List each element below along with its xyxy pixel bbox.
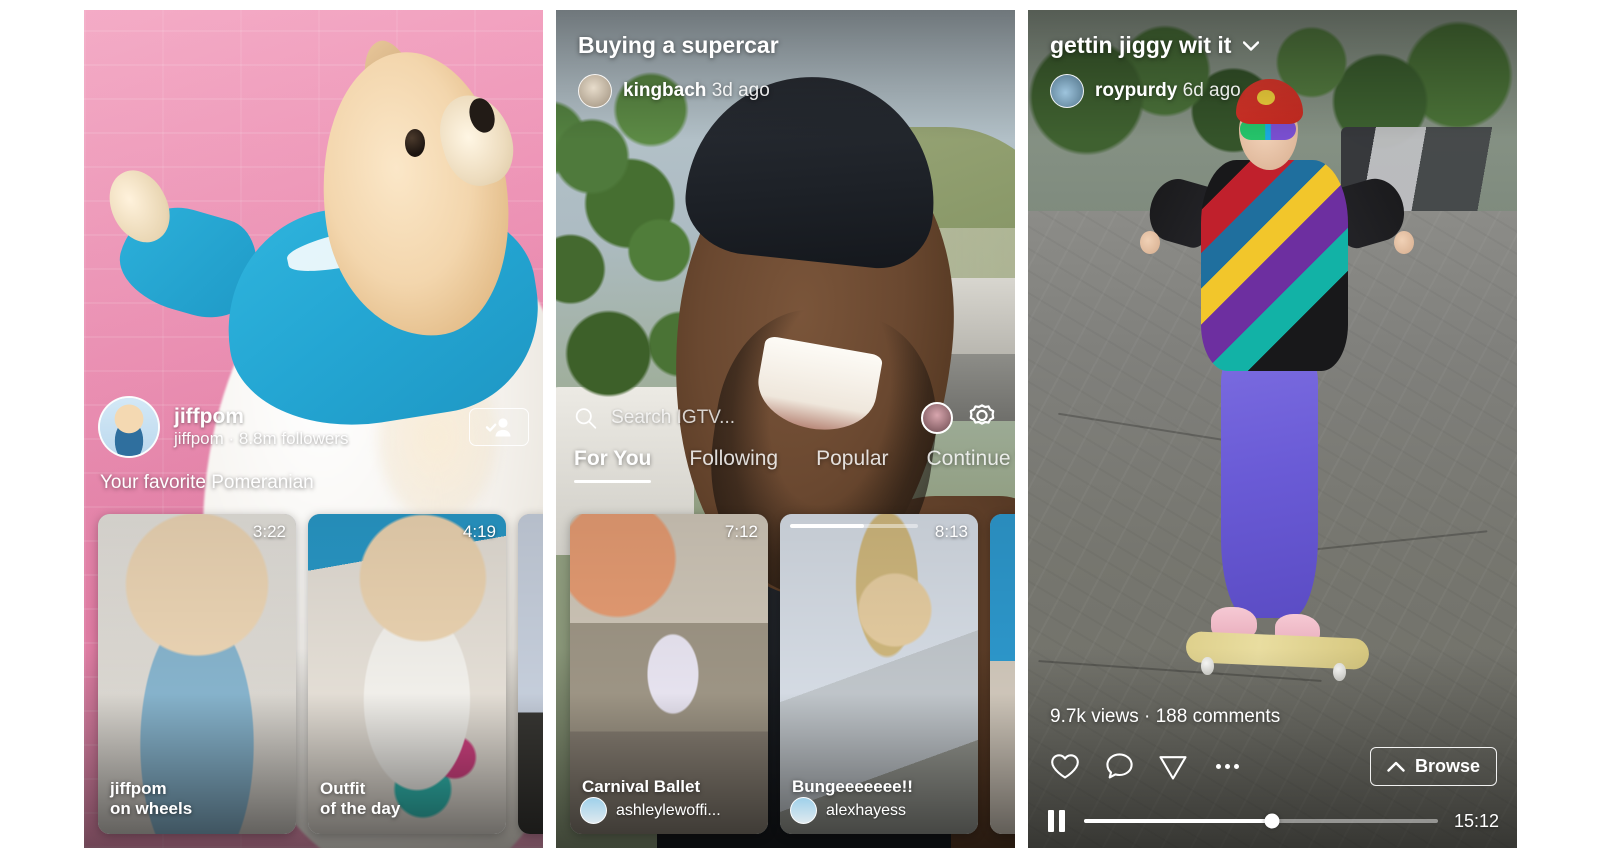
video-duration: 7:12 — [724, 522, 758, 541]
video-timestamp: 3d ago — [711, 80, 770, 101]
igtv-camera-icon[interactable] — [967, 403, 997, 433]
playback-controls[interactable]: 15:12 — [1048, 810, 1499, 832]
video-title-line-2: on wheels — [110, 799, 193, 819]
video-title: Carnival Ballet — [582, 777, 701, 797]
video-card[interactable]: 8:13 Bungeeeeeee!! alexhayess — [780, 514, 978, 834]
more-options-button[interactable] — [1210, 750, 1244, 784]
purple-pants-shape — [1221, 350, 1318, 618]
video-card-partial[interactable] — [518, 514, 543, 834]
search-field-wrap[interactable] — [574, 405, 907, 431]
profile-follower-count: jiffpom · 8.8m followers — [174, 429, 349, 449]
comment-bubble-icon — [1105, 753, 1133, 779]
browse-button[interactable]: Browse — [1369, 747, 1497, 786]
author-avatar[interactable] — [1050, 74, 1084, 108]
video-author-row[interactable]: alexhayess — [790, 797, 970, 824]
video-author-name: alexhayess — [826, 801, 907, 819]
avatar-image — [100, 398, 158, 456]
comment-button[interactable] — [1102, 750, 1136, 784]
author-avatar[interactable] — [578, 74, 612, 108]
hero-video-title: Buying a supercar — [578, 32, 779, 58]
video-duration-label: 15:12 — [1453, 810, 1499, 831]
like-button[interactable] — [1048, 750, 1082, 784]
author-avatar — [580, 797, 607, 824]
scrubber-track[interactable] — [1084, 813, 1438, 829]
search-icon — [575, 408, 597, 429]
watch-progress-bar — [790, 524, 918, 528]
left-hand-shape — [1139, 230, 1161, 255]
video-title: jiffpom on wheels — [110, 779, 286, 820]
video-author-row[interactable]: ashleylewoffi... — [580, 797, 760, 824]
author-meta: roypurdy 6d ago — [1095, 80, 1241, 102]
discover-video-carousel[interactable]: 7:12 Carnival Ballet ashleylewoffi... 8:… — [570, 514, 1015, 834]
skateboard-wheel — [1333, 662, 1346, 682]
paper-plane-icon — [1159, 755, 1187, 780]
screenshot-stage: jiffpom jiffpom · 8.8m followers Your fa… — [0, 0, 1600, 859]
video-duration: 4:19 — [462, 522, 496, 541]
player-byline: roypurdy 6d ago — [1050, 74, 1241, 108]
follow-button[interactable] — [469, 408, 529, 446]
profile-avatar-button[interactable] — [921, 402, 953, 434]
player-title-row[interactable]: gettin jiggy wit it — [1050, 32, 1260, 59]
igtv-player-panel: gettin jiggy wit it roypurdy 6d ago 9.7k… — [1028, 10, 1517, 848]
scrubber-knob[interactable] — [1264, 813, 1280, 829]
player-action-bar[interactable]: Browse — [1048, 747, 1497, 786]
profile-bio-caption: Your favorite Pomeranian — [100, 472, 314, 493]
player-video-title: gettin jiggy wit it — [1050, 32, 1232, 58]
pause-icon-bar — [1059, 810, 1065, 832]
watch-progress-fill — [790, 524, 865, 528]
tab-popular[interactable]: Popular — [816, 447, 888, 483]
search-bar[interactable] — [574, 398, 997, 438]
tab-following[interactable]: Following — [689, 447, 778, 483]
heart-icon — [1051, 754, 1079, 779]
igtv-discover-panel: Buying a supercar kingbach 3d ago Search… — [556, 10, 1015, 848]
share-button[interactable] — [1156, 750, 1190, 784]
views-and-comments: 9.7k views · 188 comments — [1050, 706, 1281, 727]
video-duration: 3:22 — [252, 522, 286, 541]
discover-tabs[interactable]: For You Following Popular Continue W — [574, 447, 1015, 493]
profile-meta: jiffpom jiffpom · 8.8m followers — [174, 405, 348, 450]
video-title-line-1: jiffpom — [110, 778, 167, 798]
person-check-icon — [485, 418, 511, 437]
video-title: Outfit of the day — [320, 779, 496, 820]
video-author-name: ashleylewoffi... — [616, 801, 721, 819]
more-dots-icon — [1215, 764, 1239, 769]
profile-header-row: jiffpom jiffpom · 8.8m followers — [98, 394, 529, 460]
video-card-partial[interactable] — [990, 514, 1015, 834]
video-title-line-1: Outfit — [320, 778, 366, 798]
author-username[interactable]: kingbach — [623, 80, 706, 101]
video-title-line-2: of the day — [320, 799, 401, 819]
thumbnail-scrim — [518, 514, 543, 834]
profile-username: jiffpom — [174, 404, 244, 428]
tab-continue-watching[interactable]: Continue W — [927, 447, 1016, 483]
pause-icon-bar — [1048, 810, 1054, 832]
hero-byline: kingbach 3d ago — [578, 74, 770, 108]
skateboard-wheel — [1200, 657, 1214, 676]
video-card[interactable]: 4:19 Outfit of the day — [308, 514, 506, 834]
avatar[interactable] — [98, 396, 160, 458]
igtv-profile-panel: jiffpom jiffpom · 8.8m followers Your fa… — [84, 10, 543, 848]
author-meta: kingbach 3d ago — [623, 80, 770, 102]
cap-logo-shape — [1256, 89, 1275, 106]
pause-button[interactable] — [1048, 810, 1068, 832]
video-card[interactable]: 3:22 jiffpom on wheels — [98, 514, 296, 834]
author-username[interactable]: roypurdy — [1095, 80, 1177, 101]
chevron-up-icon — [1387, 761, 1405, 772]
chevron-down-icon[interactable] — [1243, 40, 1260, 51]
colorblock-jacket-shape — [1200, 160, 1349, 372]
video-duration: 8:13 — [934, 522, 968, 541]
profile-video-carousel[interactable]: 3:22 jiffpom on wheels 4:19 Outfit of th… — [98, 514, 543, 834]
thumbnail-scrim — [990, 514, 1015, 834]
skater-figure — [1139, 69, 1415, 773]
video-timestamp: 6d ago — [1182, 80, 1241, 101]
author-avatar — [790, 797, 817, 824]
scrubber-fill — [1084, 819, 1272, 823]
search-input[interactable] — [611, 407, 907, 429]
browse-button-label: Browse — [1414, 756, 1480, 776]
video-title: Bungeeeeeee!! — [792, 777, 913, 797]
tab-for-you[interactable]: For You — [574, 447, 652, 483]
video-card[interactable]: 7:12 Carnival Ballet ashleylewoffi... — [570, 514, 768, 834]
